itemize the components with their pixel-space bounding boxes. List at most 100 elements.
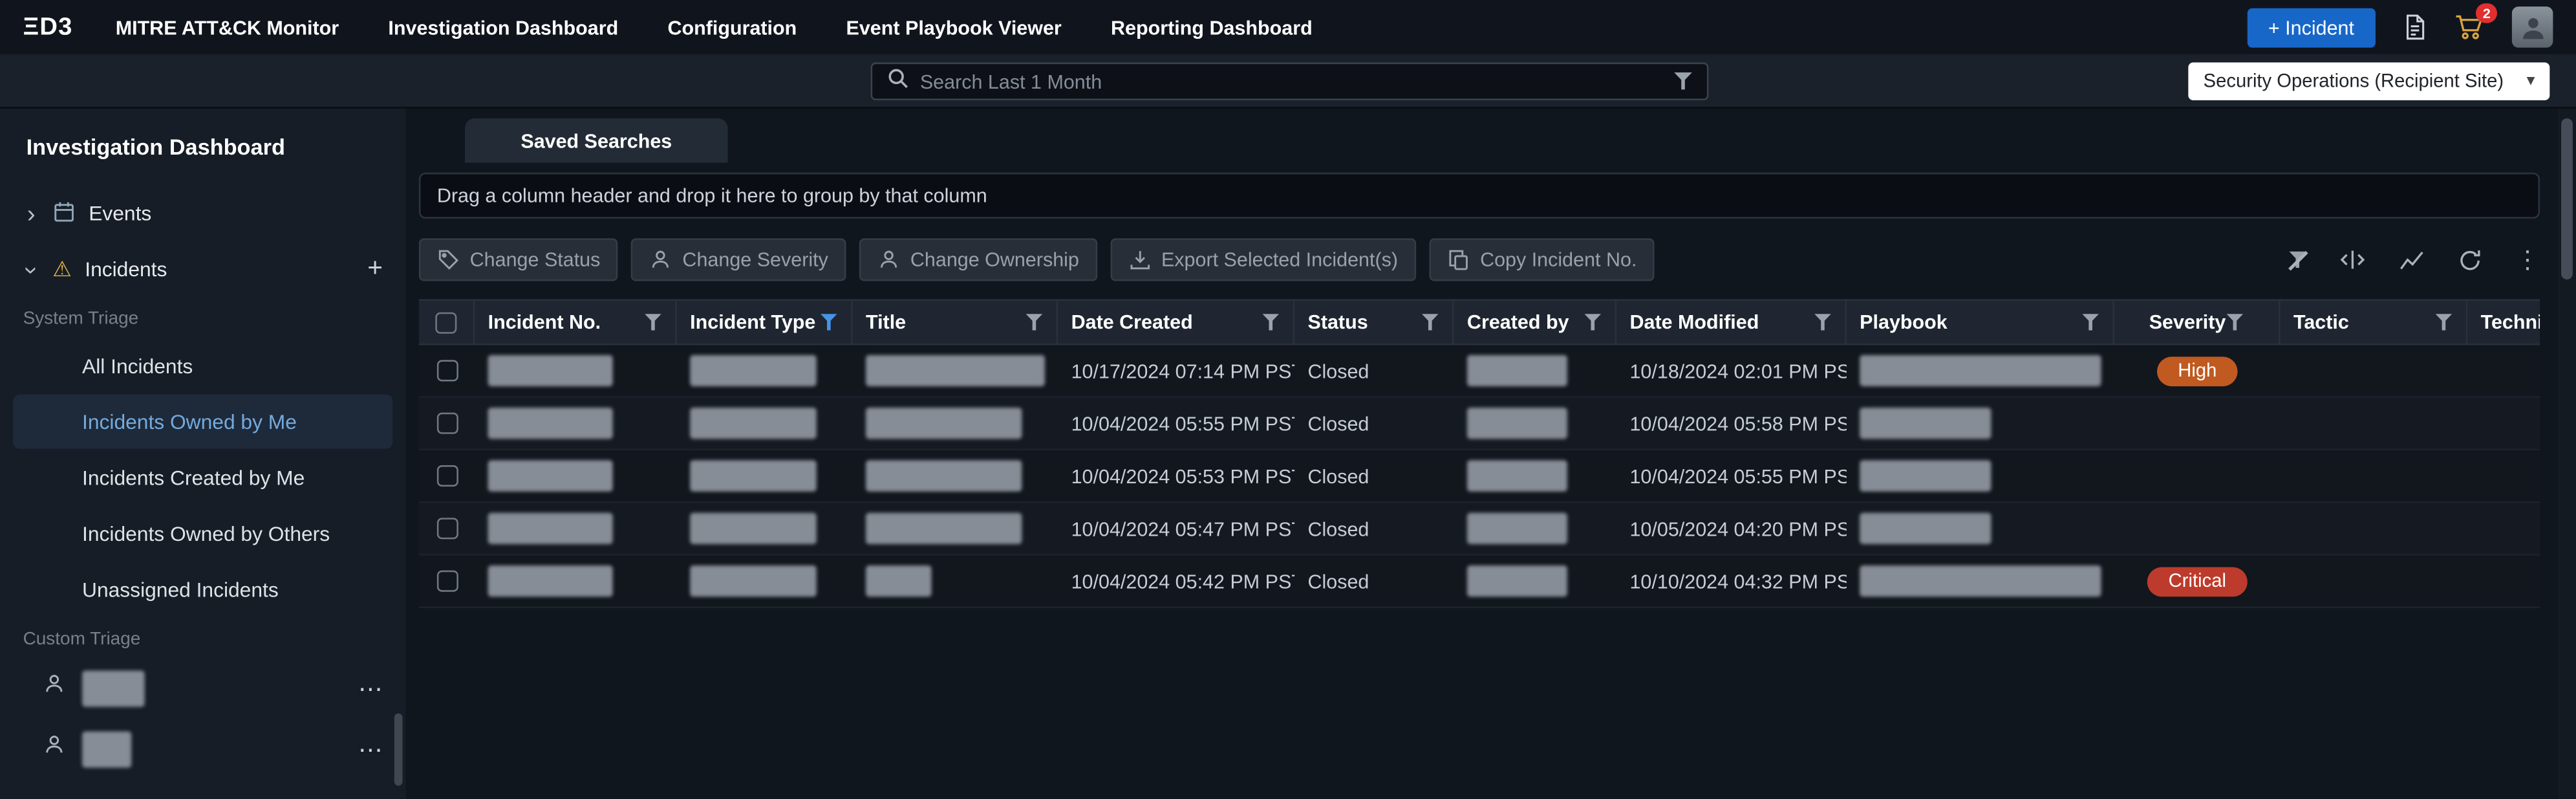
sidebar-scrollbar[interactable] bbox=[394, 714, 403, 786]
group-by-dropzone[interactable]: Drag a column header and drop it here to… bbox=[419, 173, 2540, 219]
filter-icon[interactable] bbox=[1261, 313, 1280, 331]
document-icon[interactable] bbox=[2402, 13, 2429, 41]
new-incident-button[interactable]: + Incident bbox=[2247, 7, 2376, 47]
table-row[interactable]: 10/17/2024 07:14 PM PST Closed 10/18/202… bbox=[419, 345, 2540, 398]
filter-icon-active[interactable] bbox=[820, 313, 838, 331]
sidebar-item-events[interactable]: › Events bbox=[0, 186, 406, 241]
col-title[interactable]: Title bbox=[853, 301, 1058, 344]
technique bbox=[2467, 450, 2540, 501]
title-redacted bbox=[866, 355, 1045, 386]
search-bar[interactable] bbox=[871, 63, 1709, 100]
filter-icon[interactable] bbox=[1814, 313, 1832, 331]
col-incident-no[interactable]: Incident No. bbox=[475, 301, 677, 344]
col-status[interactable]: Status bbox=[1294, 301, 1454, 344]
row-checkbox[interactable] bbox=[436, 518, 458, 539]
row-checkbox[interactable] bbox=[436, 413, 458, 434]
search-input[interactable] bbox=[920, 70, 1662, 93]
sidebar-item-incidents[interactable]: › ⚠ Incidents + bbox=[0, 241, 406, 297]
playbook-redacted bbox=[1860, 565, 2101, 597]
incidents-table: Incident No. Incident Type Title Date Cr… bbox=[419, 299, 2540, 608]
filter-icon[interactable] bbox=[2226, 313, 2244, 331]
col-date-created[interactable]: Date Created bbox=[1058, 301, 1294, 344]
row-checkbox[interactable] bbox=[436, 465, 458, 487]
table-row[interactable]: 10/04/2024 05:47 PM PST Closed 10/05/202… bbox=[419, 503, 2540, 555]
status: Closed bbox=[1294, 503, 1454, 554]
col-tactic[interactable]: Tactic bbox=[2281, 301, 2468, 344]
more-options-button[interactable]: ⋯ bbox=[358, 734, 383, 763]
table-body: 10/17/2024 07:14 PM PST Closed 10/18/202… bbox=[419, 345, 2540, 609]
select-all-checkbox[interactable] bbox=[435, 311, 456, 333]
date-modified: 10/04/2024 05:55 PM PST bbox=[1616, 450, 1847, 501]
date-created: 10/04/2024 05:53 PM PST bbox=[1058, 450, 1294, 501]
avatar[interactable] bbox=[2512, 6, 2553, 48]
technique bbox=[2467, 503, 2540, 554]
fit-columns-icon[interactable] bbox=[2339, 248, 2366, 272]
tactic bbox=[2281, 398, 2468, 449]
col-created-by[interactable]: Created by bbox=[1454, 301, 1617, 344]
export-selected-button[interactable]: Export Selected Incident(s) bbox=[1110, 238, 1416, 281]
table-row[interactable]: 10/04/2024 05:55 PM PST Closed 10/04/202… bbox=[419, 398, 2540, 450]
filter-icon[interactable] bbox=[2081, 313, 2099, 331]
col-severity[interactable]: Severity bbox=[2114, 301, 2281, 344]
change-ownership-button[interactable]: Change Ownership bbox=[859, 238, 1097, 281]
copy-incident-no-button[interactable]: Copy Incident No. bbox=[1429, 238, 1655, 281]
title-redacted bbox=[866, 460, 1022, 491]
filter-icon[interactable] bbox=[2434, 313, 2453, 331]
add-incident-view-button[interactable]: + bbox=[367, 256, 383, 283]
tactic bbox=[2281, 450, 2468, 501]
status: Closed bbox=[1294, 556, 1454, 607]
more-options-button[interactable]: ⋯ bbox=[358, 673, 383, 703]
custom-triage-item[interactable]: ⋯ bbox=[0, 718, 406, 779]
table-row[interactable]: 10/04/2024 05:42 PM PST Closed 10/10/202… bbox=[419, 556, 2540, 608]
sidebar-item-unassigned-incidents[interactable]: Unassigned Incidents bbox=[13, 562, 392, 617]
filter-icon[interactable] bbox=[644, 313, 662, 331]
incident-no-redacted bbox=[488, 565, 613, 597]
custom-triage-item[interactable]: ⋯ bbox=[0, 657, 406, 718]
row-checkbox[interactable] bbox=[436, 571, 458, 592]
nav-investigation-dashboard[interactable]: Investigation Dashboard bbox=[388, 16, 618, 39]
search-filter-icon[interactable] bbox=[1674, 72, 1692, 91]
tactic bbox=[2281, 345, 2468, 397]
col-incident-type[interactable]: Incident Type bbox=[677, 301, 853, 344]
cart-icon[interactable]: 2 bbox=[2454, 13, 2485, 41]
chevron-right-icon[interactable]: › bbox=[23, 201, 39, 226]
incident-type-redacted bbox=[690, 355, 817, 386]
sidebar-item-label: Events bbox=[89, 202, 151, 226]
warning-icon: ⚠ bbox=[52, 256, 72, 283]
change-status-button[interactable]: Change Status bbox=[419, 238, 618, 281]
created-by-redacted bbox=[1467, 355, 1567, 386]
chevron-down-icon[interactable]: › bbox=[19, 261, 43, 278]
row-checkbox[interactable] bbox=[436, 360, 458, 381]
filter-icon[interactable] bbox=[1583, 313, 1602, 331]
cart-badge: 2 bbox=[2476, 3, 2497, 23]
main-scrollbar-thumb[interactable] bbox=[2561, 118, 2573, 279]
technique bbox=[2467, 398, 2540, 449]
tab-saved-searches[interactable]: Saved Searches bbox=[465, 118, 728, 163]
sidebar-item-incidents-created-by-me[interactable]: Incidents Created by Me bbox=[13, 450, 392, 505]
playbook-redacted bbox=[1860, 513, 1991, 544]
filter-icon[interactable] bbox=[1025, 313, 1043, 331]
table-row[interactable]: 10/04/2024 05:53 PM PST Closed 10/04/202… bbox=[419, 450, 2540, 503]
technique bbox=[2467, 556, 2540, 607]
refresh-icon[interactable] bbox=[2458, 247, 2482, 272]
col-date-modified[interactable]: Date Modified bbox=[1616, 301, 1847, 344]
clear-filters-icon[interactable] bbox=[2288, 250, 2306, 268]
change-severity-button[interactable]: Change Severity bbox=[632, 238, 846, 281]
site-selector[interactable]: Security Operations (Recipient Site) ▾ bbox=[2189, 63, 2550, 100]
sidebar-item-incidents-owned-by-others[interactable]: Incidents Owned by Others bbox=[13, 507, 392, 561]
col-playbook[interactable]: Playbook bbox=[1847, 301, 2114, 344]
nav-mitre-attack-monitor[interactable]: MITRE ATT&CK Monitor bbox=[116, 16, 339, 39]
nav-reporting-dashboard[interactable]: Reporting Dashboard bbox=[1111, 16, 1313, 39]
topbar: ΞD3 MITRE ATT&CK Monitor Investigation D… bbox=[0, 0, 2576, 54]
tactic bbox=[2281, 556, 2468, 607]
nav-configuration[interactable]: Configuration bbox=[667, 16, 797, 39]
sidebar-item-all-incidents[interactable]: All Incidents bbox=[13, 338, 392, 393]
sidebar-item-incidents-owned-by-me[interactable]: Incidents Owned by Me bbox=[13, 395, 392, 449]
chart-icon[interactable] bbox=[2399, 248, 2425, 272]
incident-type-redacted bbox=[690, 513, 817, 544]
d3-logo: ΞD3 bbox=[23, 13, 73, 41]
nav-event-playbook-viewer[interactable]: Event Playbook Viewer bbox=[846, 16, 1062, 39]
filter-icon[interactable] bbox=[1421, 313, 1439, 331]
more-vertical-icon[interactable]: ⋮ bbox=[2515, 245, 2540, 275]
col-technique[interactable]: Technique bbox=[2467, 301, 2540, 344]
